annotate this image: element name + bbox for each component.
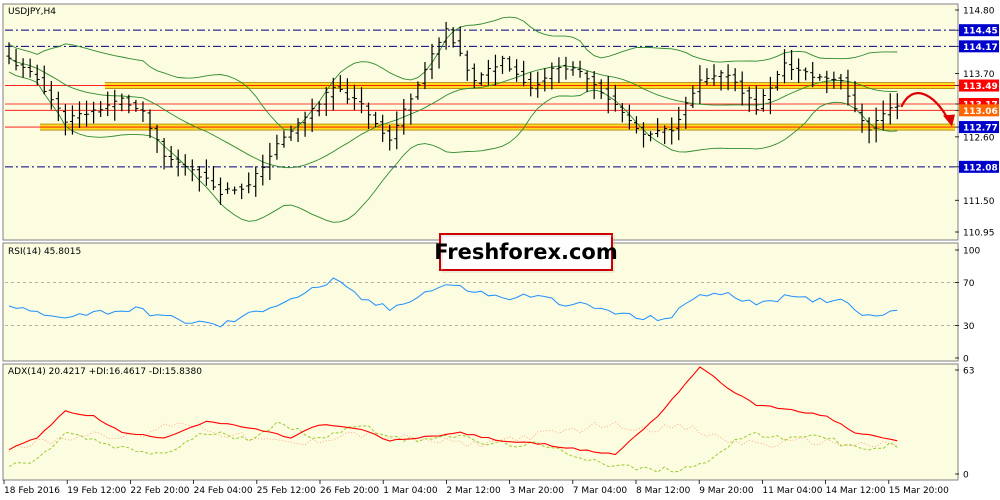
time-tick-label: 2 Mar 12:00 [446,486,501,496]
level-badge: 112.77 [959,121,999,134]
rsi-tick-label: 100 [963,247,980,257]
time-tick-label: 11 Mar 04:00 [762,486,822,496]
badge-label: 112.77 [963,124,998,134]
time-tick-label: 15 Mar 20:00 [889,486,949,496]
badge-label: 114.45 [963,27,998,37]
symbol-title: USDJPY,H4 [8,7,56,17]
time-axis: 18 Feb 2016 19 Feb 12:00 22 Feb 20:00 24 Fe… [3,480,949,496]
watermark-text: Freshforex.com [434,240,618,264]
rsi-tick-label: 0 [963,355,969,365]
rsi-axis: 100 70 30 0 [955,247,980,365]
time-tick-label: 24 Feb 04:00 [194,486,253,496]
rsi-title: RSI(14) 45.8015 [8,247,81,257]
price-tick-label: 111.50 [963,197,995,207]
level-badge: 113.06 [959,104,999,117]
rsi-tick-label: 30 [963,322,975,332]
price-tick-label: 114.80 [963,7,995,17]
time-tick-label: 18 Feb 2016 [4,486,60,496]
time-tick-label: 22 Feb 20:00 [130,486,189,496]
adx-tick-label: 0 [963,471,969,481]
price-tick-label: 110.95 [963,229,995,239]
price-tick-label: 113.70 [963,70,995,80]
time-tick-label: 25 Feb 12:00 [257,486,316,496]
badge-label: 114.17 [963,43,998,53]
time-tick-label: 8 Mar 12:00 [636,486,691,496]
adx-tick-label: 63 [963,367,974,377]
time-tick-label: 3 Mar 20:00 [510,486,565,496]
watermark: Freshforex.com [434,233,618,273]
badge-label: 112.08 [963,163,998,173]
time-tick-label: 14 Mar 12:00 [826,486,886,496]
usdjpy-chart: USDJPY,H4 RSI(14) 45.8015 ADX(14) 20.421… [2,3,999,496]
adx-panel [2,363,959,481]
time-tick-label: 7 Mar 04:00 [573,486,628,496]
rsi-tick-label: 70 [963,279,975,289]
level-badge: 114.17 [959,40,999,53]
level-badges: 114.45114.17113.49113.17113.06112.77112.… [959,24,999,173]
time-tick-label: 26 Feb 20:00 [320,486,379,496]
level-badge: 112.08 [959,160,999,173]
adx-title: ADX(14) 20.4217 +DI:16.4617 -DI:15.8380 [8,367,202,377]
level-badge: 113.49 [959,79,999,92]
time-tick-label: 1 Mar 04:00 [383,486,438,496]
price-panel [2,3,959,241]
time-tick-label: 19 Feb 12:00 [67,486,126,496]
level-badge: 114.45 [959,24,999,37]
badge-label: 113.06 [963,107,998,117]
time-tick-label: 9 Mar 20:00 [699,486,754,496]
badge-label: 113.49 [963,82,998,92]
price-tick-label: 112.60 [963,133,995,143]
